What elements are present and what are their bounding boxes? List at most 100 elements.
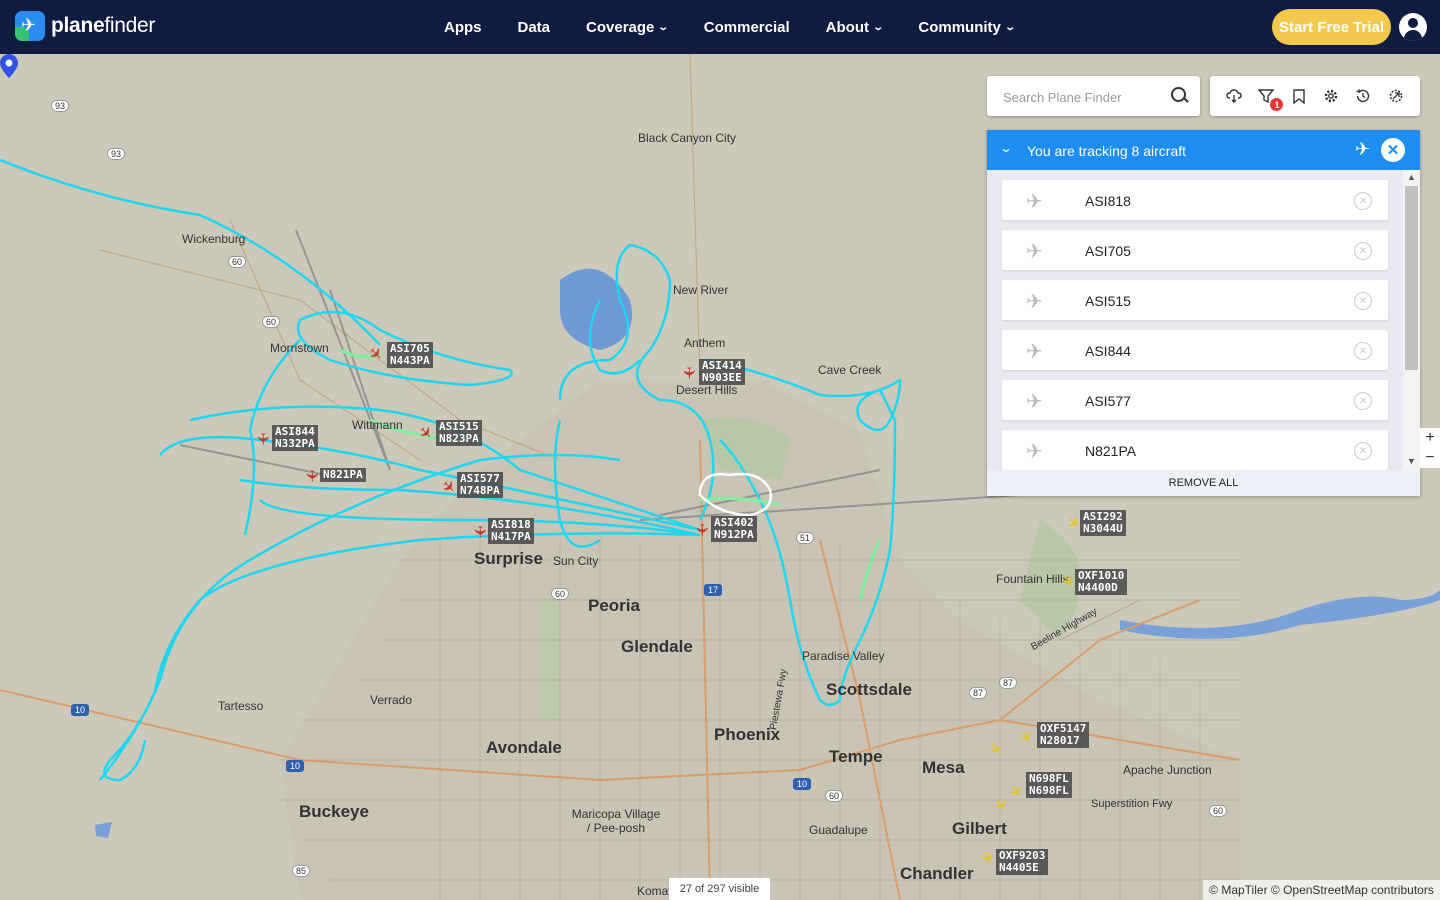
aircraft-tag[interactable]: ASI414 N903EE: [699, 359, 745, 385]
remove-icon[interactable]: ✕: [1354, 192, 1372, 210]
aircraft-tag[interactable]: N821PA: [320, 468, 366, 482]
place-label: Maricopa Village / Pee-posh: [571, 807, 661, 835]
remove-icon[interactable]: ✕: [1354, 342, 1372, 360]
place-label: Wittmann: [352, 418, 403, 432]
aircraft-marker-icon[interactable]: ✈: [471, 525, 488, 538]
place-label: Paradise Valley: [802, 649, 885, 663]
bookmark-icon[interactable]: [1289, 86, 1309, 106]
place-label: Scottsdale: [826, 680, 912, 699]
place-label: Gilbert: [952, 819, 1007, 838]
plane-icon: ✈: [1026, 391, 1043, 413]
tracked-aircraft-row[interactable]: ✈ ASI515 ✕: [1002, 280, 1388, 320]
menu-about[interactable]: About ⌄: [826, 19, 884, 36]
place-label: Tartesso: [218, 699, 264, 713]
route-shield: 93: [107, 148, 126, 160]
history-icon[interactable]: [1353, 86, 1373, 106]
route-shield: 17: [704, 584, 723, 596]
place-label: Cave Creek: [818, 363, 882, 377]
start-free-trial-button[interactable]: Start Free Trial: [1272, 9, 1391, 45]
zoom-out-button[interactable]: −: [1420, 448, 1440, 468]
filter-count-badge: 1: [1270, 98, 1284, 111]
close-icon[interactable]: ✕: [1381, 138, 1405, 162]
chevron-down-icon: ⌄: [1004, 21, 1016, 33]
place-label: Anthem: [684, 336, 726, 350]
aircraft-marker-icon[interactable]: ✈: [254, 432, 271, 445]
route-shield: 60: [551, 588, 570, 600]
aircraft-callsign: ASI818: [1085, 193, 1131, 209]
tracked-aircraft-row[interactable]: ✈ ASI705 ✕: [1002, 230, 1388, 270]
remove-all-button[interactable]: REMOVE ALL: [987, 470, 1420, 496]
route-shield: 87: [999, 677, 1018, 689]
map-attribution[interactable]: © MapTiler © OpenStreetMap contributors: [1203, 880, 1440, 900]
route-shield: 10: [71, 704, 90, 716]
aircraft-marker-icon[interactable]: ✈: [693, 523, 710, 536]
place-label: Chandler: [900, 864, 974, 883]
tracked-aircraft-row[interactable]: ✈ N821PA ✕: [1002, 430, 1388, 470]
menu-commercial[interactable]: Commercial: [704, 19, 790, 36]
tracking-panel-header[interactable]: ⌄ You are tracking 8 aircraft ✈ ✕: [987, 130, 1420, 170]
filter-icon[interactable]: 1: [1256, 86, 1284, 111]
remove-icon[interactable]: ✕: [1354, 242, 1372, 260]
aircraft-callsign: ASI844: [1085, 343, 1131, 359]
aircraft-tag[interactable]: ASI292 N3044U: [1080, 510, 1126, 536]
cloud-icon[interactable]: [1224, 86, 1244, 106]
collapse-chevron-icon[interactable]: ⌄: [999, 141, 1013, 155]
aircraft-tag[interactable]: ASI577 N748PA: [457, 472, 503, 498]
place-label: Surprise: [474, 549, 543, 568]
aircraft-tag[interactable]: OXF9203 N4405E: [996, 849, 1049, 875]
aircraft-callsign: ASI577: [1085, 393, 1131, 409]
menu-community[interactable]: Community ⌄: [918, 19, 1016, 36]
tracked-aircraft-row[interactable]: ✈ ASI577 ✕: [1002, 380, 1388, 420]
aircraft-tag[interactable]: OXF5147 N28017: [1037, 722, 1090, 748]
route-shield: 10: [793, 778, 812, 790]
account-icon[interactable]: [1399, 13, 1427, 41]
menu-data[interactable]: Data: [518, 19, 551, 36]
place-label: Wickenburg: [182, 232, 246, 246]
aircraft-tag[interactable]: N698FL N698FL: [1026, 772, 1072, 798]
zoom-controls: + −: [1420, 428, 1440, 468]
place-label: Desert Hills: [676, 383, 738, 397]
place-label: Peoria: [588, 596, 640, 615]
place-label: Superstition Fwy: [1091, 798, 1173, 810]
airport-icon[interactable]: [1386, 86, 1406, 106]
zoom-in-button[interactable]: +: [1420, 428, 1440, 448]
chevron-down-icon: ⌄: [657, 21, 670, 33]
menu-apps[interactable]: Apps: [444, 19, 482, 36]
scrollbar-thumb[interactable]: [1405, 186, 1418, 370]
top-navbar: ✈ planefinder Apps Data Coverage ⌄ Commer…: [0, 0, 1440, 54]
aircraft-marker-icon[interactable]: ✈: [680, 366, 697, 379]
aircraft-tag[interactable]: OXF1010 N4400D: [1075, 569, 1128, 595]
tracked-aircraft-row[interactable]: ✈ ASI844 ✕: [1002, 330, 1388, 370]
aircraft-callsign: ASI705: [1085, 243, 1131, 259]
aircraft-tag[interactable]: ASI818 N417PA: [488, 518, 534, 544]
scroll-up-icon[interactable]: ▲: [1407, 172, 1416, 182]
tracking-title: You are tracking 8 aircraft: [1027, 143, 1187, 159]
place-label: Glendale: [621, 637, 693, 656]
aircraft-tag[interactable]: ASI515 N823PA: [436, 420, 482, 446]
remove-icon[interactable]: ✕: [1354, 292, 1372, 310]
search-input[interactable]: [1001, 86, 1165, 108]
aircraft-tag[interactable]: ASI844 N332PA: [272, 425, 318, 451]
place-label: Apache Junction: [1123, 763, 1212, 777]
route-shield: 51: [796, 532, 815, 544]
location-pin-icon[interactable]: [0, 54, 18, 78]
route-shield: 10: [286, 760, 305, 772]
list-scrollbar[interactable]: ▲ ▼: [1403, 170, 1420, 470]
aircraft-callsign: ASI515: [1085, 293, 1131, 309]
remove-icon[interactable]: ✕: [1354, 392, 1372, 410]
search-icon[interactable]: [1171, 87, 1186, 102]
route-shield: 60: [262, 316, 281, 328]
aircraft-marker-icon[interactable]: ✈: [977, 850, 996, 866]
search-box: [987, 76, 1200, 116]
menu-coverage[interactable]: Coverage ⌄: [586, 19, 670, 36]
aircraft-tag[interactable]: ASI402 N912PA: [711, 516, 757, 542]
aircraft-marker-icon[interactable]: ✈: [303, 469, 320, 482]
route-shield: 87: [969, 687, 988, 699]
settings-icon[interactable]: [1321, 86, 1341, 106]
remove-icon[interactable]: ✕: [1354, 442, 1372, 460]
planefinder-logo[interactable]: ✈ planefinder: [15, 11, 155, 41]
scroll-down-icon[interactable]: ▼: [1407, 456, 1416, 466]
aircraft-tag[interactable]: ASI705 N443PA: [387, 342, 433, 368]
tracked-aircraft-row[interactable]: ✈ ASI818 ✕: [1002, 180, 1388, 220]
place-label: Komat: [637, 884, 672, 898]
